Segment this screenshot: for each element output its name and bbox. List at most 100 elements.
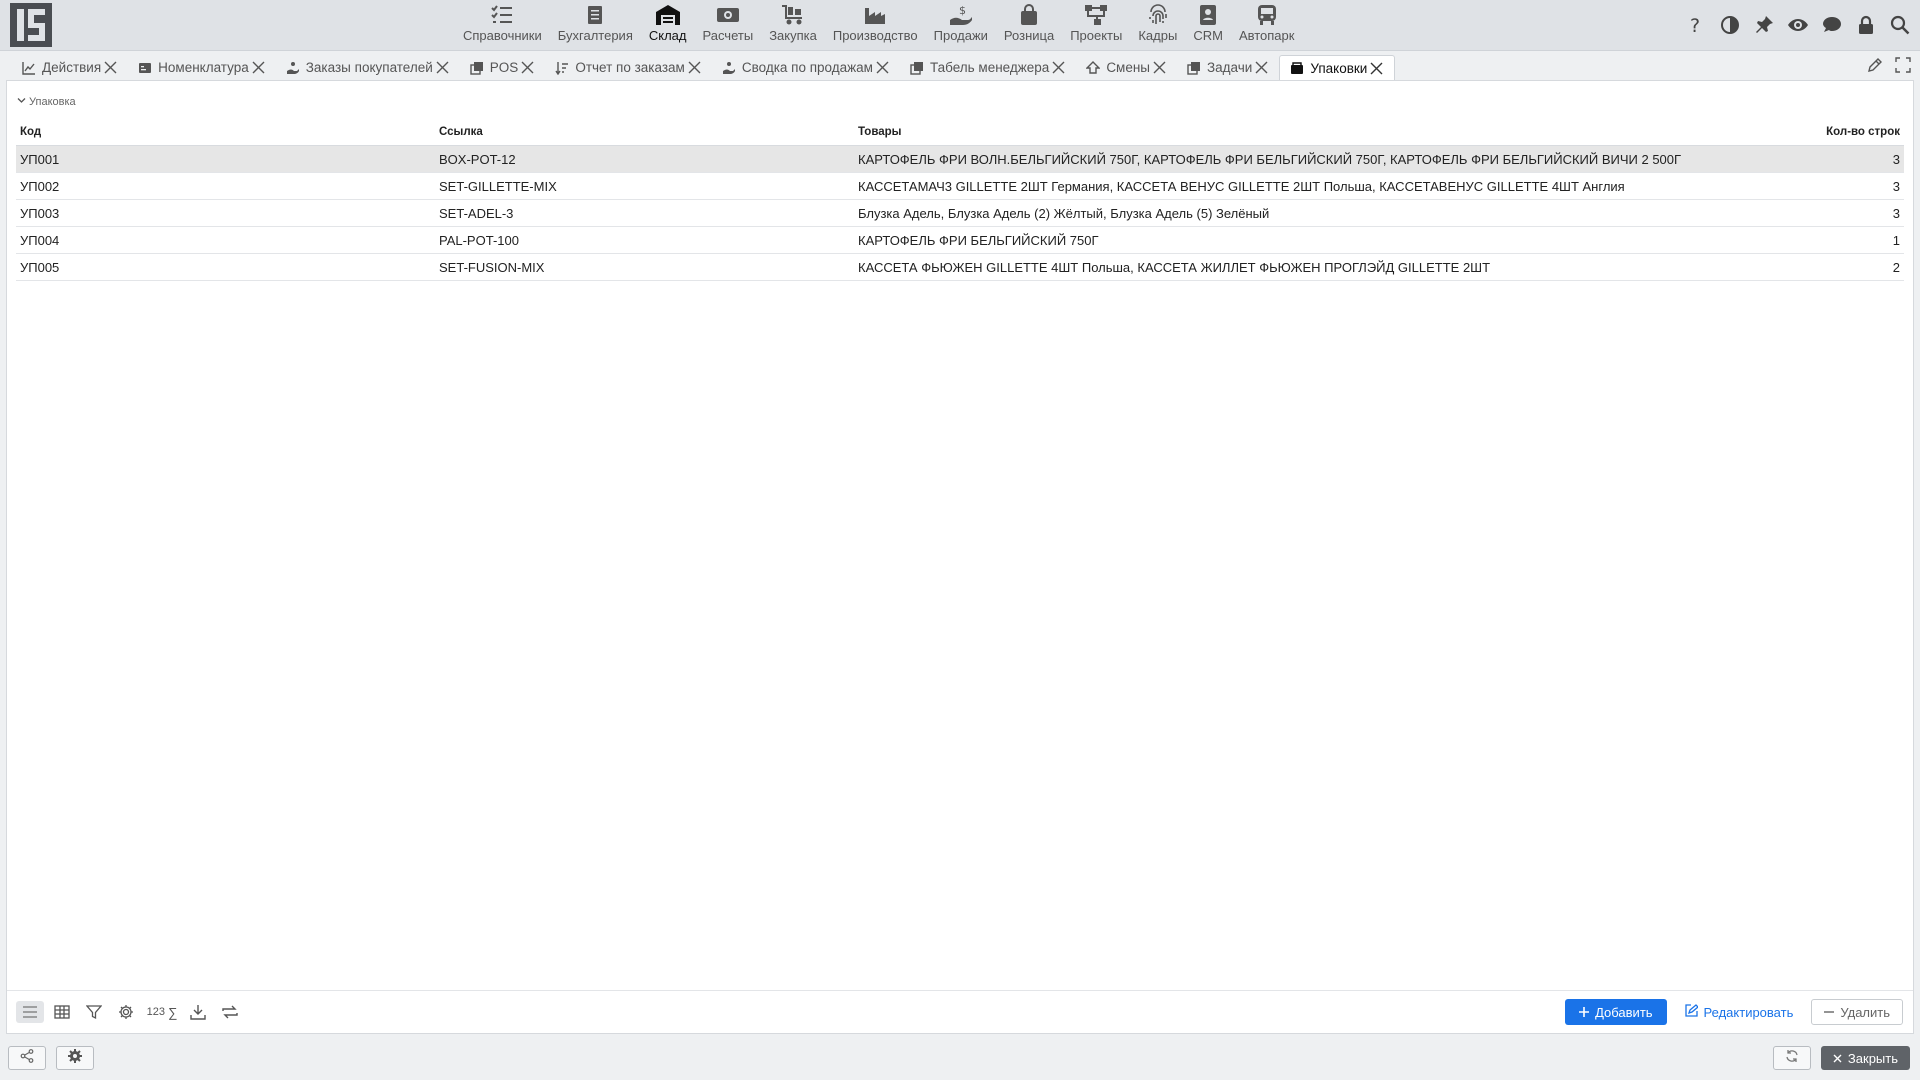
close-icon[interactable] — [1153, 61, 1167, 75]
edit-button-label: Редактировать — [1703, 1004, 1794, 1020]
main-nav: Справочники Бухгалтерия Склад Расчеты За… — [455, 0, 1302, 50]
contrast-icon[interactable] — [1716, 12, 1744, 38]
close-icon[interactable] — [104, 61, 118, 75]
hand-coin-icon: $ — [948, 3, 974, 27]
fullscreen-icon[interactable] — [1894, 56, 1912, 74]
hierarchy-icon — [1083, 3, 1109, 27]
tab-svodka-po-prodazham[interactable]: Сводка по продажам — [712, 55, 900, 80]
eye-icon[interactable] — [1784, 12, 1812, 38]
settings-button[interactable] — [56, 1046, 94, 1070]
column-header-code[interactable]: Код — [16, 119, 435, 146]
close-button-label: Закрыть — [1847, 1050, 1898, 1066]
pin-icon[interactable] — [1750, 12, 1778, 38]
contact-icon — [1195, 3, 1221, 27]
lock-icon[interactable] — [1852, 12, 1880, 38]
list-view-icon[interactable] — [16, 1001, 44, 1023]
close-icon[interactable] — [521, 61, 535, 75]
nav-label: CRM — [1193, 28, 1223, 43]
cell-code: УП002 — [16, 172, 435, 200]
tab-zakazy-pokupateley[interactable]: Заказы покупателей — [276, 55, 460, 80]
column-header-items[interactable]: Товары — [854, 119, 1814, 146]
tabs-tools — [1866, 56, 1912, 74]
tab-tabel-menedzhera[interactable]: Табель менеджера — [900, 55, 1076, 80]
close-icon[interactable] — [252, 61, 266, 75]
table-row[interactable]: УП005 SET-FUSION-MIX КАССЕТА ФЬЮЖЕН GILL… — [16, 253, 1904, 281]
cell-count: 2 — [1814, 253, 1904, 281]
nav-item-proekty[interactable]: Проекты — [1062, 0, 1130, 47]
cell-ref: SET-FUSION-MIX — [435, 253, 854, 281]
table-row[interactable]: УП001 BOX-POT-12 КАРТОФЕЛЬ ФРИ ВОЛН.БЕЛЬ… — [16, 145, 1904, 173]
cell-code: УП005 — [16, 253, 435, 281]
tab-upakovki[interactable]: Упаковки — [1279, 55, 1396, 80]
nav-item-sklad[interactable]: Склад — [641, 0, 695, 47]
close-button[interactable]: Закрыть — [1820, 1046, 1910, 1070]
tab-otchet-po-zakazam[interactable]: Отчет по заказам — [545, 55, 712, 80]
table-row[interactable]: УП004 PAL-POT-100 КАРТОФЕЛЬ ФРИ БЕЛЬГИЙС… — [16, 226, 1904, 254]
copy-icon — [470, 61, 484, 75]
search-icon[interactable] — [1886, 12, 1914, 38]
tab-smeny[interactable]: Смены — [1076, 55, 1177, 80]
tab-label: Номенклатура — [158, 60, 249, 75]
close-icon[interactable] — [1255, 61, 1269, 75]
cell-code: УП004 — [16, 226, 435, 254]
refresh-icon — [1785, 1049, 1799, 1068]
bus-icon — [1254, 3, 1280, 27]
nav-item-kadry[interactable]: Кадры — [1130, 0, 1185, 47]
add-button[interactable]: Добавить — [1565, 999, 1667, 1025]
help-icon[interactable]: ? — [1682, 12, 1710, 38]
fingerprint-icon — [1145, 3, 1171, 27]
tab-pos[interactable]: POS — [460, 55, 546, 80]
plus-icon — [1579, 1005, 1590, 1020]
settings-gear-icon[interactable] — [112, 1001, 140, 1023]
nav-label: Закупка — [769, 28, 817, 43]
nav-item-buhgalteria[interactable]: Бухгалтерия — [550, 0, 641, 47]
nav-item-avtopark[interactable]: Автопарк — [1231, 0, 1303, 47]
nav-item-spravochniki[interactable]: Справочники — [455, 0, 550, 47]
minus-icon — [1824, 1005, 1835, 1020]
delete-button-label: Удалить — [1840, 1004, 1890, 1020]
tab-deistvia[interactable]: Действия — [12, 55, 128, 80]
nav-item-zakupka[interactable]: Закупка — [761, 0, 825, 47]
chat-icon[interactable] — [1818, 12, 1846, 38]
group-toggle[interactable]: Упаковка — [17, 96, 76, 108]
pencil-icon[interactable] — [1866, 56, 1884, 74]
nav-item-prodazhi[interactable]: $ Продажи — [926, 0, 996, 47]
hand-coin-icon — [722, 61, 736, 75]
table-row[interactable]: УП003 SET-ADEL-3 Блузка Адель, Блузка Ад… — [16, 199, 1904, 227]
close-icon[interactable] — [876, 61, 890, 75]
column-header-ref[interactable]: Ссылка — [435, 119, 854, 146]
close-icon[interactable] — [688, 61, 702, 75]
nav-item-crm[interactable]: CRM — [1185, 0, 1231, 47]
share-button[interactable] — [8, 1046, 46, 1070]
totals-toggle[interactable]: 123 ∑ — [144, 1001, 180, 1023]
table-row[interactable]: УП002 SET-GILLETTE-MIX КАССЕТАМАЧ3 GILLE… — [16, 172, 1904, 200]
ledger-icon — [582, 3, 608, 27]
tab-zadachi[interactable]: Задачи — [1177, 55, 1279, 80]
close-icon[interactable] — [1052, 61, 1066, 75]
tab-label: Упаковки — [1310, 60, 1368, 76]
digits-label: 123 — [146, 1006, 165, 1018]
close-icon[interactable] — [1370, 61, 1384, 75]
column-header-count[interactable]: Кол-во строк — [1814, 119, 1904, 146]
factory-icon — [862, 3, 888, 27]
grid-view-icon[interactable] — [48, 1001, 76, 1023]
tab-label: POS — [489, 60, 519, 75]
nav-item-raschety[interactable]: Расчеты — [694, 0, 761, 47]
edit-button[interactable]: Редактировать — [1675, 999, 1804, 1025]
tab-nomenklatura[interactable]: Номенклатура — [128, 55, 276, 80]
refresh-cycle-icon[interactable] — [216, 1001, 244, 1023]
nav-item-proizvodstvo[interactable]: Производство — [825, 0, 926, 47]
cell-count: 1 — [1814, 226, 1904, 254]
app-logo[interactable] — [10, 3, 52, 47]
filter-icon[interactable] — [80, 1001, 108, 1023]
close-icon[interactable] — [436, 61, 450, 75]
sort-icon — [555, 61, 569, 75]
tabs-bar: Действия Номенклатура Заказы покупателей… — [0, 51, 1920, 80]
nav-item-roznica[interactable]: Розница — [996, 0, 1062, 47]
table-header-row: Код Ссылка Товары Кол-во строк — [16, 119, 1904, 146]
download-icon[interactable] — [184, 1001, 212, 1023]
shift-icon — [1086, 60, 1101, 75]
nav-label: Производство — [832, 28, 918, 43]
refresh-button[interactable] — [1772, 1046, 1811, 1070]
delete-button[interactable]: Удалить — [1811, 999, 1903, 1025]
